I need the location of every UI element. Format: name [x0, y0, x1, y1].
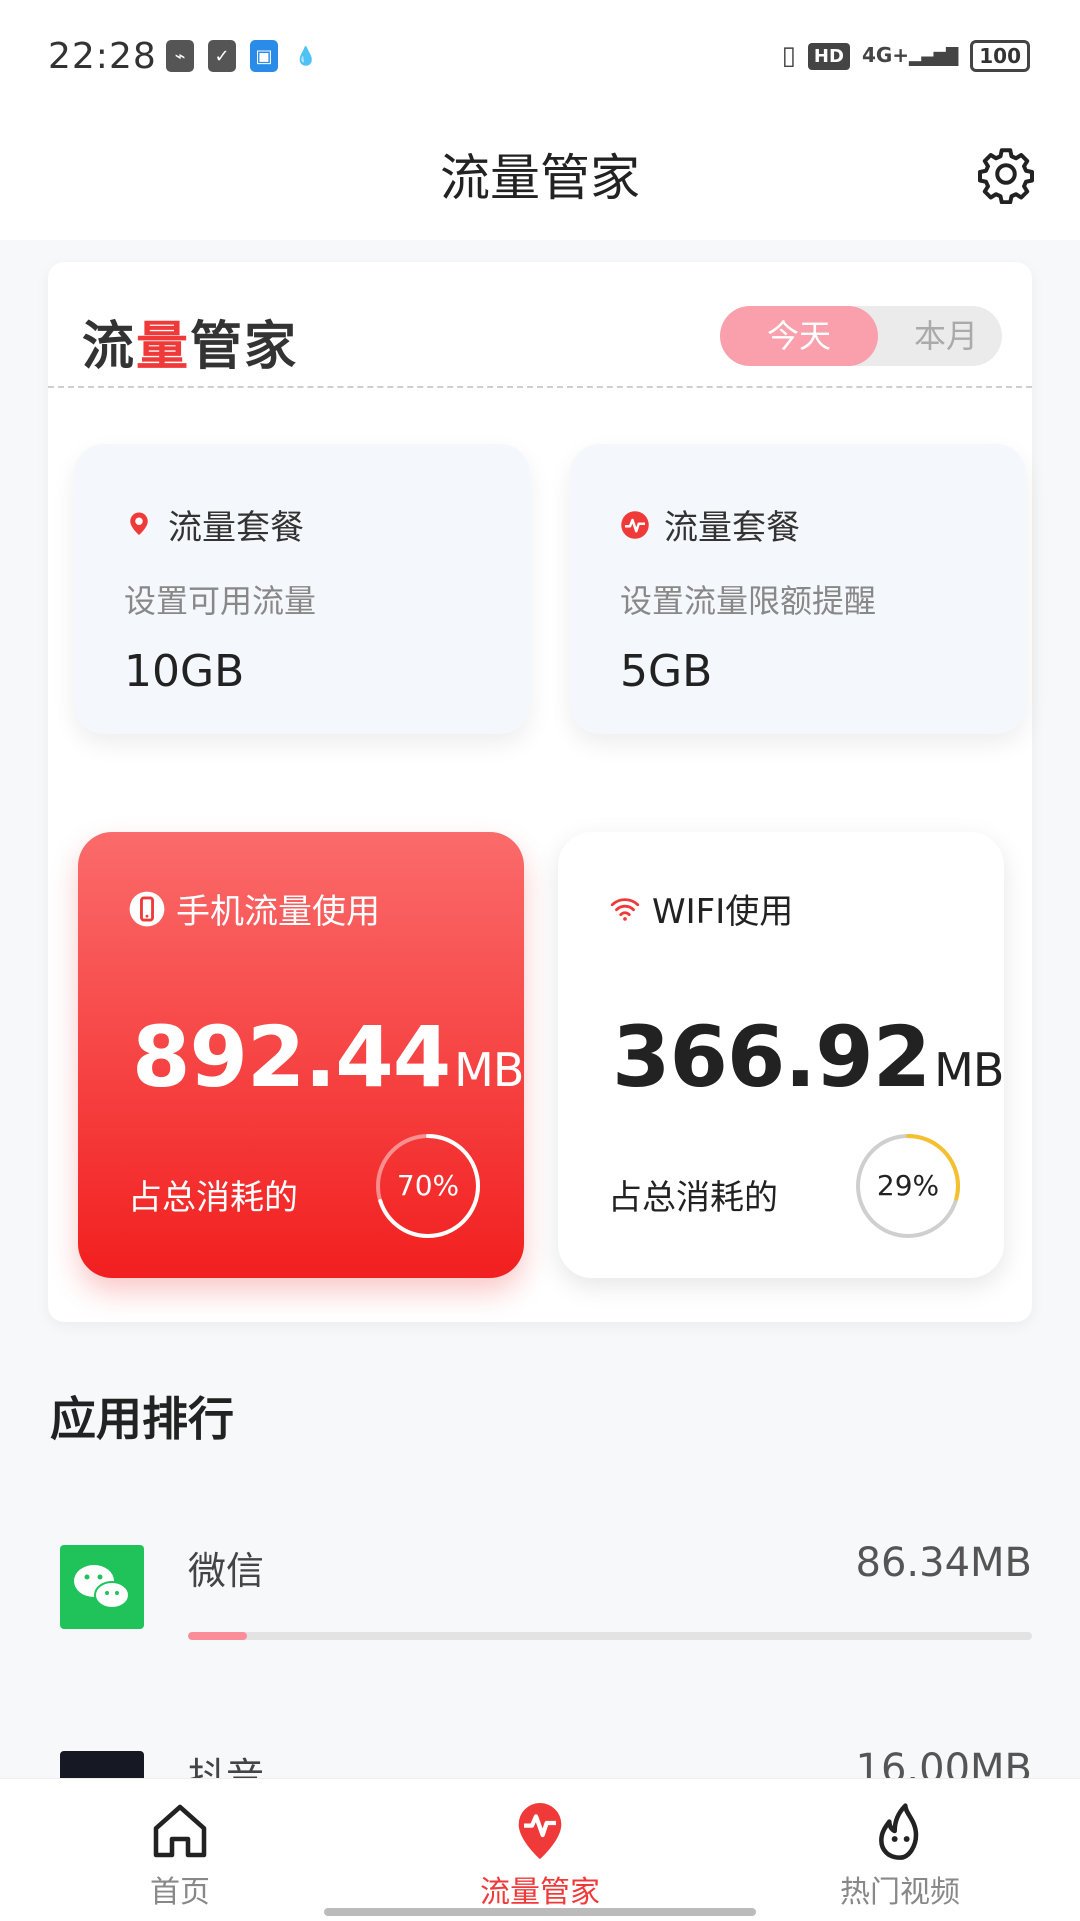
app-bar: 流量管家	[0, 110, 1080, 240]
pulse-icon	[621, 510, 649, 539]
card-title-part2: 量	[136, 317, 191, 377]
usage-bar-fill	[188, 1632, 248, 1640]
signal-4g-icon: 4G+▂▄▆█	[861, 43, 959, 67]
wifi-icon	[610, 897, 640, 921]
drop-app-icon: 💧	[292, 40, 320, 72]
store-app-icon: ▣	[250, 40, 278, 72]
plan-header: 流量套餐	[620, 500, 800, 549]
wechat-icon	[60, 1545, 144, 1629]
usage-percent-ring: 29%	[854, 1132, 962, 1240]
app-name: 微信	[188, 1549, 265, 1593]
plan-subtitle: 设置流量限额提醒	[620, 582, 877, 620]
traffic-summary-card: 流量管家 今天 本月 流量套餐 设置可用流量 10GB 流量套餐 设置流量限额提…	[48, 262, 1032, 1322]
usage-percent-label: 29%	[876, 1169, 940, 1202]
status-time: 22:28	[48, 36, 157, 77]
usage-percent-ring: 70%	[374, 1132, 482, 1240]
plan-title: 流量套餐	[168, 508, 304, 548]
mobile-usage-card[interactable]: 手机流量使用 892.44MB 占总消耗的 70%	[78, 832, 524, 1278]
gear-icon	[978, 148, 1034, 205]
toggle-month[interactable]: 本月	[914, 306, 978, 366]
tab-home[interactable]: 首页	[60, 1799, 300, 1911]
card-title-part3: 管家	[190, 317, 299, 377]
status-right-icons: ▯ HD 4G+▂▄▆█ 100	[782, 40, 1030, 72]
plan-value: 10GB	[124, 646, 245, 697]
plan-title: 流量套餐	[664, 508, 800, 548]
network-label: 4G+	[861, 43, 910, 67]
clipboard-check-icon: ✓	[208, 40, 236, 72]
usage-caption: 占总消耗的	[128, 1178, 298, 1218]
plan-card-available[interactable]: 流量套餐 设置可用流量 10GB	[74, 444, 530, 734]
usage-title: WIFI使用	[652, 892, 794, 932]
settings-button[interactable]	[976, 144, 1036, 205]
usage-bar	[188, 1632, 1032, 1640]
plan-subtitle: 设置可用流量	[124, 582, 317, 620]
usage-amount: 366.92MB	[612, 1008, 1004, 1106]
usage-unit: MB	[934, 1043, 1004, 1097]
usage-caption: 占总消耗的	[608, 1178, 778, 1218]
home-indicator[interactable]	[324, 1908, 756, 1916]
flame-face-icon	[879, 1803, 919, 1860]
page-title: 流量管家	[440, 149, 640, 207]
usage-amount-value: 892.44	[132, 1008, 451, 1106]
tab-hot-videos[interactable]: 热门视频	[780, 1799, 1020, 1911]
ranking-title: 应用排行	[50, 1392, 234, 1446]
tab-label: 首页	[150, 1875, 210, 1910]
wifi-usage-card[interactable]: WIFI使用 366.92MB 占总消耗的 29%	[558, 832, 1004, 1278]
tab-traffic-manager[interactable]: 流量管家	[420, 1799, 660, 1911]
status-left-icons: ⌁ ✓ ▣ 💧	[166, 40, 320, 72]
map-pin-pulse-icon	[518, 1803, 562, 1859]
period-toggle: 今天 本月	[720, 306, 1002, 366]
usage-header: WIFI使用	[608, 884, 793, 933]
usage-header: 手机流量使用	[128, 884, 380, 933]
home-icon	[153, 1804, 207, 1858]
status-bar: 22:28 ⌁ ✓ ▣ 💧 ▯ HD 4G+▂▄▆█ 100	[0, 0, 1080, 110]
usage-unit: MB	[454, 1043, 524, 1097]
phone-icon	[129, 891, 165, 926]
bottom-tab-bar: 首页 流量管家 热门视频	[0, 1778, 1080, 1921]
toggle-today[interactable]: 今天	[720, 306, 878, 366]
location-pin-icon	[130, 512, 148, 535]
plan-header: 流量套餐	[124, 500, 304, 549]
divider	[48, 386, 1032, 388]
tab-label: 流量管家	[480, 1875, 600, 1910]
app-usage: 86.34MB	[855, 1540, 1032, 1586]
battery-icon: 100	[970, 40, 1030, 72]
plan-value: 5GB	[620, 646, 713, 697]
plan-card-limit[interactable]: 流量套餐 设置流量限额提醒 5GB	[570, 444, 1026, 734]
hd-icon: HD	[807, 42, 850, 70]
list-item[interactable]: 微信 86.34MB	[0, 1540, 1080, 1690]
card-title: 流量管家	[82, 304, 298, 379]
tab-label: 热门视频	[840, 1875, 960, 1910]
usage-amount-value: 366.92	[612, 1008, 931, 1106]
usage-percent-label: 70%	[396, 1169, 460, 1202]
card-title-part1: 流	[82, 317, 137, 377]
wechat-glyph	[74, 1565, 130, 1609]
usage-title: 手机流量使用	[176, 892, 380, 932]
usage-amount: 892.44MB	[132, 1008, 524, 1106]
usb-icon: ⌁	[166, 40, 194, 72]
vibrate-icon: ▯	[781, 41, 796, 71]
